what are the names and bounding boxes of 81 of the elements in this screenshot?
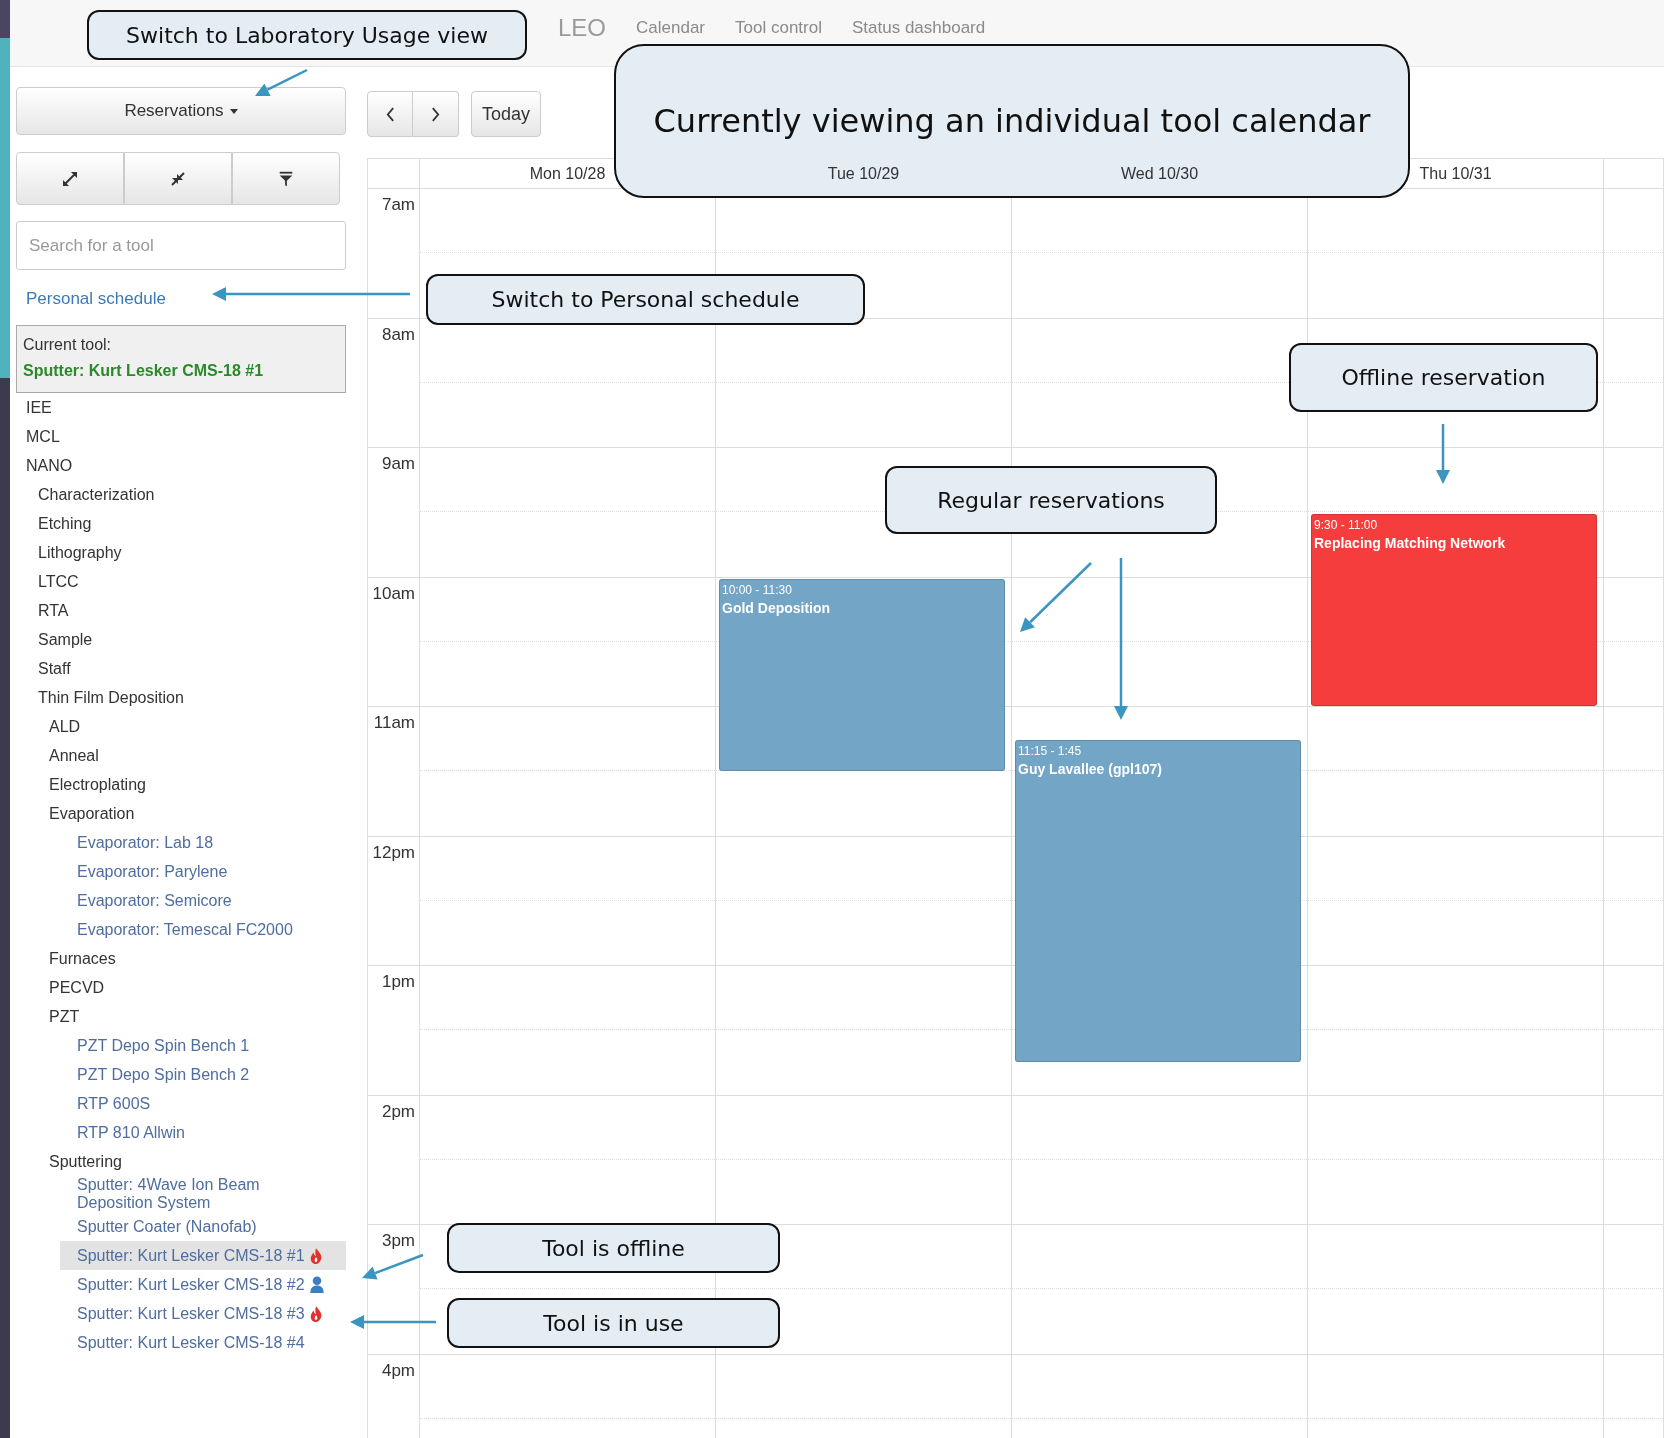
filter-button[interactable]: [232, 152, 340, 205]
next-button[interactable]: [413, 91, 459, 137]
category-item[interactable]: MCL: [26, 427, 60, 446]
category-item[interactable]: PZT: [49, 1007, 80, 1026]
category-item[interactable]: Thin Film Deposition: [38, 688, 184, 707]
today-button[interactable]: Today: [471, 91, 542, 137]
hour-label: 7am: [381, 195, 415, 215]
day-header: Thu 10/31: [1419, 164, 1492, 183]
hour-label: 11am: [373, 713, 415, 733]
tool-item[interactable]: PZT Depo Spin Bench 2: [77, 1065, 250, 1084]
annotation-arrow: [362, 1253, 424, 1280]
hour-label: 1pm: [381, 972, 415, 992]
category-item[interactable]: LTCC: [38, 572, 79, 591]
tool-item[interactable]: Evaporator: Parylene: [77, 862, 228, 881]
category-item[interactable]: Electroplating: [49, 775, 146, 794]
category-item[interactable]: Characterization: [38, 485, 155, 504]
event-time: 10:00 - 11:30: [722, 581, 793, 598]
tool-item[interactable]: Sputter Coater (Nanofab): [77, 1217, 257, 1236]
personal-schedule-link[interactable]: Personal schedule: [26, 289, 166, 309]
annotation-arrow: [255, 68, 308, 96]
event-time: 9:30 - 11:00: [1314, 516, 1379, 533]
category-item[interactable]: Staff: [38, 659, 71, 678]
category-item[interactable]: IEE: [26, 398, 52, 417]
current-tool-label: Current tool:: [23, 335, 113, 355]
hour-label: 8am: [381, 324, 415, 345]
collapse-button[interactable]: [124, 152, 232, 205]
annotation-callout: Regular reservations: [885, 466, 1217, 534]
tool-item[interactable]: Sputter: Kurt Lesker CMS-18 #1: [77, 1246, 305, 1265]
hour-label: 4pm: [381, 1360, 415, 1381]
search-field[interactable]: Search for a tool: [16, 221, 346, 270]
hour-label: 2pm: [381, 1101, 415, 1122]
category-item[interactable]: NANO: [26, 456, 73, 475]
chevron-left-icon: [385, 106, 395, 122]
tool-item[interactable]: Sputter: Kurt Lesker CMS-18 #4: [77, 1333, 305, 1352]
tool-item[interactable]: Evaporator: Semicore: [77, 891, 232, 910]
category-item[interactable]: Lithography: [38, 543, 122, 562]
category-item[interactable]: Sample: [38, 630, 93, 649]
nav-link[interactable]: Calendar: [636, 14, 706, 38]
hour-label: 10am: [372, 583, 415, 604]
day-header: Wed 10/30: [1120, 164, 1199, 183]
tool-item[interactable]: PZT Depo Spin Bench 1: [77, 1036, 250, 1055]
annotation-arrow: [1436, 424, 1450, 484]
category-item[interactable]: ALD: [49, 717, 81, 736]
hour-label: 3pm: [381, 1231, 415, 1251]
event-title: Gold Deposition: [722, 598, 832, 618]
event-title: Guy Lavallee (gpl107): [1018, 760, 1163, 780]
hour-label: 9am: [381, 454, 415, 474]
annotation-arrow: [1020, 562, 1092, 632]
category-item[interactable]: Furnaces: [49, 949, 116, 968]
annotation-callout: Switch to Laboratory Usage view: [87, 10, 527, 60]
current-tool-name: Sputter: Kurt Lesker CMS-18 #1: [23, 361, 265, 381]
day-header: Mon 10/28: [529, 164, 606, 183]
tool-item[interactable]: Evaporator: Temescal FC2000: [77, 920, 293, 939]
caret-icon: [229, 108, 238, 114]
tool-item[interactable]: Evaporator: Lab 18: [77, 833, 214, 852]
category-item[interactable]: RTA: [38, 601, 69, 620]
nav-link[interactable]: Status dashboard: [851, 14, 986, 38]
day-header: Tue 10/29: [827, 164, 900, 183]
tool-item[interactable]: Sputter: Kurt Lesker CMS-18 #2: [77, 1275, 305, 1294]
category-item[interactable]: Anneal: [49, 746, 99, 765]
event-title: Replacing Matching Network: [1314, 533, 1507, 553]
reservation-block[interactable]: 9:30 - 11:00 Replacing Matching Network: [1311, 513, 1597, 706]
annotation-callout: Switch to Personal schedule: [426, 274, 865, 325]
previous-button[interactable]: [367, 91, 413, 137]
hour-label: 12pm: [372, 842, 415, 863]
annotation-callout: Offline reservation: [1289, 343, 1598, 412]
category-item[interactable]: Sputtering: [49, 1152, 122, 1171]
annotation-callout: Tool is offline: [447, 1223, 780, 1273]
tool-item[interactable]: Sputter: 4Wave Ion Beam Deposition System: [77, 1176, 327, 1212]
tool-item[interactable]: RTP 600S: [77, 1094, 151, 1113]
view-dropdown[interactable]: Reservations: [16, 87, 346, 135]
chevron-right-icon: [431, 106, 440, 122]
tool-item[interactable]: Sputter: Kurt Lesker CMS-18 #3: [77, 1304, 305, 1323]
category-item[interactable]: PECVD: [49, 978, 105, 997]
event-time: 11:15 - 1:45: [1018, 743, 1083, 760]
category-item[interactable]: Evaporation: [49, 804, 135, 823]
tool-item[interactable]: RTP 810 Allwin: [77, 1123, 185, 1142]
expand-button[interactable]: [16, 152, 124, 205]
nav-link[interactable]: Tool control: [735, 14, 822, 38]
annotation-callout: Tool is in use: [447, 1298, 780, 1348]
category-item[interactable]: Etching: [38, 514, 92, 533]
